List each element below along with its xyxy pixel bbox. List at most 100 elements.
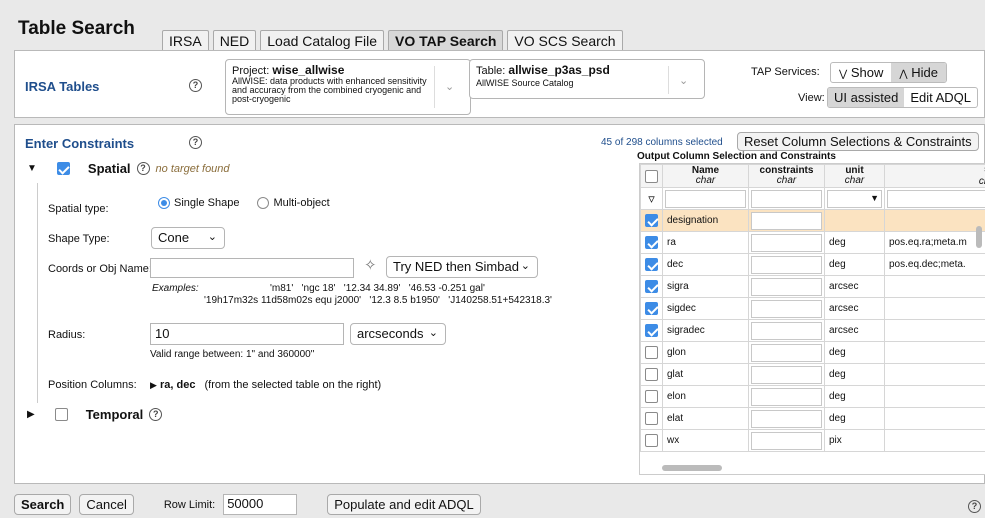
filter-row: ▿ ▼ <box>640 187 985 210</box>
multi-object-radio[interactable] <box>257 197 270 209</box>
help-icon[interactable]: ? <box>968 500 981 513</box>
project-select[interactable]: Project: wise_allwise AllWISE: data prod… <box>225 59 471 115</box>
tap-services-label: TAP Services: <box>751 66 820 78</box>
constraints-column-header[interactable]: constraints char <box>748 164 825 188</box>
row-checkbox[interactable] <box>645 258 658 271</box>
row-checkbox[interactable] <box>645 214 658 227</box>
row-checkbox[interactable] <box>645 302 658 315</box>
collapse-triangle-icon[interactable]: ▼ <box>27 163 37 174</box>
unit-cell: arcsec <box>824 319 885 342</box>
view-label: View: <box>798 92 825 104</box>
unit-filter-select[interactable]: ▼ <box>827 189 882 208</box>
table-row[interactable]: ra deg pos.eq.ra;meta.m <box>640 231 985 254</box>
constraint-input[interactable] <box>751 277 822 296</box>
hide-services-button[interactable]: ⋀ Hide <box>891 63 946 82</box>
unit-cell: arcsec <box>824 297 885 320</box>
radius-unit-select[interactable]: arcseconds ⌄ <box>350 323 446 345</box>
coords-input[interactable] <box>150 258 354 278</box>
column-name-cell: dec <box>662 253 749 276</box>
row-checkbox[interactable] <box>645 324 658 337</box>
column-name-cell: glon <box>662 341 749 364</box>
table-row[interactable]: elat deg <box>640 407 985 430</box>
row-checkbox[interactable] <box>645 390 658 403</box>
constraint-input[interactable] <box>751 299 822 318</box>
row-checkbox[interactable] <box>645 412 658 425</box>
tab-vo-tap[interactable]: VO TAP Search <box>388 30 504 50</box>
tab-vo-scs[interactable]: VO SCS Search <box>507 30 623 50</box>
tab-irsa[interactable]: IRSA <box>162 30 209 50</box>
help-icon[interactable]: ? <box>136 162 150 175</box>
horizontal-scrollbar[interactable] <box>662 465 722 471</box>
help-icon[interactable]: ? <box>149 408 163 421</box>
table-row[interactable]: glon deg <box>640 341 985 364</box>
show-services-button[interactable]: ⋁ Show <box>831 63 891 82</box>
table-row[interactable]: glat deg <box>640 363 985 386</box>
resolver-select[interactable]: Try NED then Simbad ⌄ <box>386 256 538 278</box>
table-row[interactable]: sigra arcsec <box>640 275 985 298</box>
column-name-cell: sigradec <box>662 319 749 342</box>
populate-adql-button[interactable]: Populate and edit ADQL <box>327 494 481 515</box>
radius-input[interactable]: 10 <box>150 323 344 345</box>
temporal-checkbox[interactable] <box>54 408 68 421</box>
columns-table: Namechar constraintschar unitchar ⚙cha ▿… <box>640 164 985 452</box>
ui-assisted-button[interactable]: UI assisted <box>828 88 905 107</box>
column-name-cell: designation <box>662 209 749 232</box>
name-filter-input[interactable] <box>665 189 746 208</box>
filter-icon[interactable]: ▿ <box>648 191 655 206</box>
temporal-section-header[interactable]: ▶ Temporal ? <box>27 407 163 422</box>
row-checkbox[interactable] <box>645 346 658 359</box>
reset-columns-button[interactable]: Reset Column Selections & Constraints <box>737 132 979 151</box>
ucd-column-header[interactable]: ⚙cha <box>884 164 985 188</box>
expand-triangle-icon[interactable]: ▶ <box>27 409 35 420</box>
constraint-input[interactable] <box>751 365 822 384</box>
row-limit-input[interactable]: 50000 <box>223 494 298 515</box>
table-row[interactable]: elon deg <box>640 385 985 408</box>
constraint-input[interactable] <box>751 431 822 450</box>
constraint-input[interactable] <box>751 233 822 252</box>
position-columns-value[interactable]: ▶ ra, dec (from the selected table on th… <box>150 379 381 391</box>
name-column-header[interactable]: Name char <box>662 164 749 188</box>
tab-load-catalog[interactable]: Load Catalog File <box>260 30 384 50</box>
constraint-input[interactable] <box>751 255 822 274</box>
row-checkbox[interactable] <box>645 434 658 447</box>
coords-label: Coords or Obj Name: <box>48 263 152 275</box>
unit-column-header[interactable]: unit char <box>824 164 885 188</box>
view-toggle: UI assisted Edit ADQL <box>827 87 979 108</box>
constraint-input[interactable] <box>751 211 822 230</box>
constraint-input[interactable] <box>751 409 822 428</box>
table-selector-panel: IRSA Tables ? Project: wise_allwise AllW… <box>14 50 985 118</box>
help-icon[interactable]: ? <box>189 136 202 149</box>
ucd-cell <box>884 209 985 232</box>
edit-adql-button[interactable]: Edit ADQL <box>904 88 977 107</box>
constraints-filter-input[interactable] <box>751 189 822 208</box>
ucd-filter-input[interactable] <box>887 189 985 208</box>
single-shape-radio[interactable] <box>158 197 170 209</box>
table-row[interactable]: wx pix <box>640 429 985 452</box>
bottom-bar: Search Cancel Row Limit: 50000 Populate … <box>14 494 481 515</box>
table-row[interactable]: sigradec arcsec <box>640 319 985 342</box>
constraint-input[interactable] <box>751 387 822 406</box>
ucd-cell <box>884 297 985 320</box>
vertical-scrollbar[interactable] <box>976 226 982 248</box>
examples-line-2: '19h17m32s 11d58m02s equ j2000' '12.3 8.… <box>204 295 552 306</box>
column-name-cell: ra <box>662 231 749 254</box>
shape-type-select[interactable]: Cone ⌄ <box>151 227 225 249</box>
help-icon[interactable]: ? <box>189 79 202 92</box>
search-button[interactable]: Search <box>14 494 72 515</box>
table-row[interactable]: dec deg pos.eq.dec;meta. <box>640 253 985 276</box>
spatial-label: Spatial <box>87 161 131 176</box>
table-row[interactable]: sigdec arcsec <box>640 297 985 320</box>
constraint-input[interactable] <box>751 343 822 362</box>
spatial-checkbox[interactable] <box>56 162 70 175</box>
cancel-button[interactable]: Cancel <box>79 494 134 515</box>
row-checkbox[interactable] <box>645 368 658 381</box>
table-select[interactable]: Table: allwise_p3as_psd AllWISE Source C… <box>469 59 705 99</box>
constraint-input[interactable] <box>751 321 822 340</box>
table-row[interactable]: designation <box>640 209 985 232</box>
row-checkbox[interactable] <box>645 236 658 249</box>
tab-ned[interactable]: NED <box>212 30 257 50</box>
row-checkbox[interactable] <box>645 280 658 293</box>
spatial-section-header[interactable]: ▼ Spatial ? no target found <box>27 161 230 176</box>
ucd-cell: pos.eq.dec;meta. <box>884 253 985 276</box>
select-all-checkbox[interactable] <box>645 169 658 183</box>
